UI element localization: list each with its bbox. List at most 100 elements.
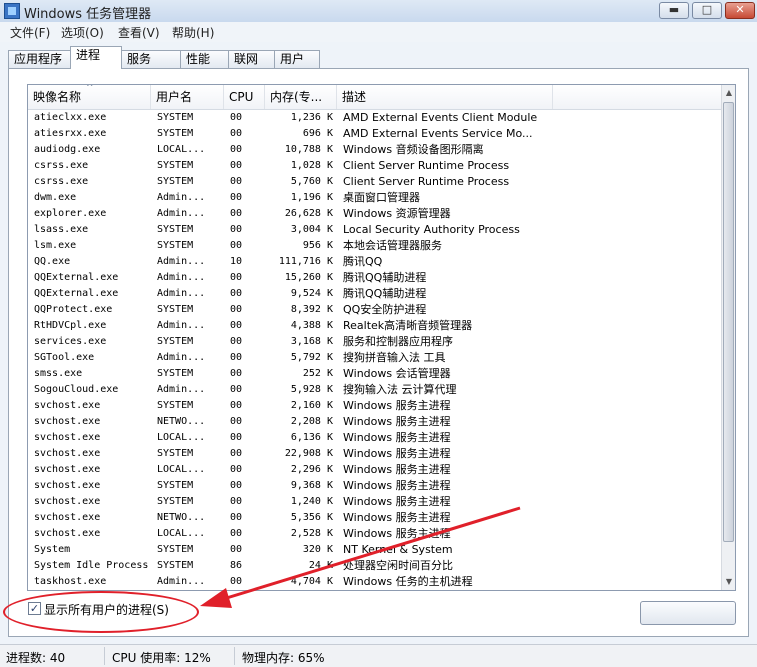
cell-description: AMD External Events Service Mo... [343, 127, 533, 140]
table-row[interactable]: RtHDVCpl.exe Admin... 00 4,388 K Realtek高清晰音… [28, 318, 721, 334]
table-row[interactable]: QQExternal.exe Admin... 00 9,524 K 腾讯QQ辅助进程 [28, 286, 721, 302]
table-row[interactable]: System Idle Process SYSTEM 86 24 K 处理器空闲时间百分… [28, 558, 721, 574]
table-row[interactable]: csrss.exe SYSTEM 00 1,028 K Client Server Ru… [28, 158, 721, 174]
cell-cpu: 00 [230, 288, 243, 299]
table-row[interactable]: QQExternal.exe Admin... 00 15,260 K 腾讯QQ辅助进程 [28, 270, 721, 286]
table-row[interactable]: svchost.exe SYSTEM 00 22,908 K Windows 服务主进程 [28, 446, 721, 462]
cell-cpu: 00 [230, 112, 243, 123]
cell-description: 搜狗拼音输入法 工具 [343, 351, 446, 364]
table-row[interactable]: atiesrxx.exe SYSTEM 00 696 K AMD External Ev… [28, 126, 721, 142]
cell-cpu: 00 [230, 368, 243, 379]
cell-description: Windows 服务主进程 [343, 479, 451, 492]
column-user-name[interactable]: 用户名 [151, 85, 224, 109]
cell-cpu: 00 [230, 208, 243, 219]
cell-description: 桌面窗口管理器 [343, 191, 420, 204]
table-row[interactable]: csrss.exe SYSTEM 00 5,760 K Client Server Ru… [28, 174, 721, 190]
close-button[interactable]: ✕ [725, 2, 755, 19]
cell-image-name: lsm.exe [34, 240, 77, 251]
scrollbar-thumb[interactable] [723, 102, 734, 542]
cell-user-name: NETWO... [157, 416, 206, 427]
table-row[interactable]: svchost.exe NETWO... 00 5,356 K Windows 服务主进… [28, 510, 721, 526]
cell-cpu: 00 [230, 384, 243, 395]
table-row[interactable]: svchost.exe LOCAL... 00 6,136 K Windows 服务主进… [28, 430, 721, 446]
table-row[interactable]: taskhost.exe Admin... 00 4,704 K Windows 任务的… [28, 574, 721, 590]
table-row[interactable]: svchost.exe LOCAL... 00 2,296 K Windows 服务主进… [28, 462, 721, 478]
column-description[interactable]: 描述 [337, 85, 553, 109]
cell-memory: 5,760 K [290, 176, 333, 187]
cell-description: QQ安全防护进程 [343, 303, 427, 316]
table-row[interactable]: lsm.exe SYSTEM 00 956 K 本地会话管理器服务 [28, 238, 721, 254]
minimize-button[interactable]: ▬ [659, 2, 689, 19]
table-row[interactable]: audiodg.exe LOCAL... 00 10,788 K Windows 音频设… [28, 142, 721, 158]
menu-bar: 文件(F) 选项(O) 查看(V) 帮助(H) [0, 22, 757, 42]
tab-performance[interactable]: 性能 [180, 50, 229, 68]
cell-image-name: RtHDVCpl.exe [34, 320, 107, 331]
cell-memory: 10,788 K [284, 144, 333, 155]
process-list[interactable]: 映像名称 ^ 用户名 CPU 内存(专... 描述 atieclxx.exe SY… [27, 84, 736, 591]
table-row[interactable]: svchost.exe SYSTEM 00 1,240 K Windows 服务主进程 [28, 494, 721, 510]
cell-cpu: 00 [230, 176, 243, 187]
table-row[interactable]: explorer.exe Admin... 00 26,628 K Windows 资源… [28, 206, 721, 222]
column-image-name[interactable]: 映像名称 ^ [28, 85, 151, 109]
menu-options[interactable]: 选项(O) [61, 24, 104, 41]
end-process-button[interactable] [640, 601, 736, 625]
status-divider [104, 647, 105, 665]
table-row[interactable]: services.exe SYSTEM 00 3,168 K 服务和控制器应用程序 [28, 334, 721, 350]
column-cpu[interactable]: CPU [224, 85, 265, 109]
tab-processes[interactable]: 进程 [70, 46, 122, 69]
tab-users[interactable]: 用户 [274, 50, 320, 68]
cell-user-name: SYSTEM [157, 448, 194, 459]
cell-description: Realtek高清晰音频管理器 [343, 319, 473, 332]
table-row[interactable]: dwm.exe Admin... 00 1,196 K 桌面窗口管理器 [28, 190, 721, 206]
cell-memory: 5,356 K [290, 512, 333, 523]
table-row[interactable]: svchost.exe LOCAL... 00 2,528 K Windows 服务主进… [28, 526, 721, 542]
menu-help[interactable]: 帮助(H) [172, 24, 214, 41]
cell-description: Windows 资源管理器 [343, 207, 451, 220]
table-row[interactable]: QQProtect.exe SYSTEM 00 8,392 K QQ安全防护进程 [28, 302, 721, 318]
table-row[interactable]: QQ.exe Admin... 10 111,716 K 腾讯QQ [28, 254, 721, 270]
cell-memory: 320 K [302, 544, 333, 555]
table-row[interactable]: atieclxx.exe SYSTEM 00 1,236 K AMD External … [28, 110, 721, 126]
cell-cpu: 00 [230, 448, 243, 459]
tab-services[interactable]: 服务 [121, 50, 181, 68]
cell-memory: 956 K [302, 240, 333, 251]
cell-memory: 3,168 K [290, 336, 333, 347]
table-row[interactable]: svchost.exe SYSTEM 00 9,368 K Windows 服务主进程 [28, 478, 721, 494]
cell-image-name: svchost.exe [34, 496, 101, 507]
menu-file[interactable]: 文件(F) [10, 24, 50, 41]
maximize-button[interactable]: □ [692, 2, 722, 19]
scroll-down-arrow-icon[interactable]: ▼ [722, 574, 735, 590]
status-physical-memory: 物理内存: 65% [242, 651, 325, 665]
cell-user-name: SYSTEM [157, 560, 194, 571]
cell-image-name: dwm.exe [34, 192, 77, 203]
cell-memory: 111,716 K [278, 256, 333, 267]
table-row[interactable]: SogouCloud.exe Admin... 00 5,928 K 搜狗输入法 云计算… [28, 382, 721, 398]
title-bar[interactable]: Windows 任务管理器 ▬ □ ✕ [0, 0, 757, 22]
table-row[interactable]: svchost.exe SYSTEM 00 2,160 K Windows 服务主进程 [28, 398, 721, 414]
cell-cpu: 00 [230, 272, 243, 283]
cell-description: Windows 音频设备图形隔离 [343, 143, 484, 156]
status-cpu-usage: CPU 使用率: 12% [112, 651, 211, 665]
cell-memory: 8,392 K [290, 304, 333, 315]
cell-description: 腾讯QQ辅助进程 [343, 287, 427, 300]
table-row[interactable]: SGTool.exe Admin... 00 5,792 K 搜狗拼音输入法 工具 [28, 350, 721, 366]
cell-user-name: Admin... [157, 288, 206, 299]
tab-networking[interactable]: 联网 [228, 50, 275, 68]
cell-cpu: 00 [230, 352, 243, 363]
menu-view[interactable]: 查看(V) [118, 24, 160, 41]
table-row[interactable]: System SYSTEM 00 320 K NT Kernel & System [28, 542, 721, 558]
table-row[interactable]: smss.exe SYSTEM 00 252 K Windows 会话管理器 [28, 366, 721, 382]
table-row[interactable]: svchost.exe NETWO... 00 2,208 K Windows 服务主进… [28, 414, 721, 430]
cell-memory: 22,908 K [284, 448, 333, 459]
cell-memory: 1,196 K [290, 192, 333, 203]
cell-user-name: Admin... [157, 272, 206, 283]
cell-user-name: LOCAL... [157, 528, 206, 539]
column-memory[interactable]: 内存(专... [265, 85, 337, 109]
scroll-up-arrow-icon[interactable]: ▲ [722, 85, 735, 101]
table-row[interactable]: lsass.exe SYSTEM 00 3,004 K Local Security A… [28, 222, 721, 238]
cell-memory: 2,208 K [290, 416, 333, 427]
vertical-scrollbar[interactable]: ▲ ▼ [721, 85, 735, 590]
tab-applications[interactable]: 应用程序 [8, 50, 71, 68]
cell-cpu: 00 [230, 336, 243, 347]
cell-user-name: LOCAL... [157, 464, 206, 475]
